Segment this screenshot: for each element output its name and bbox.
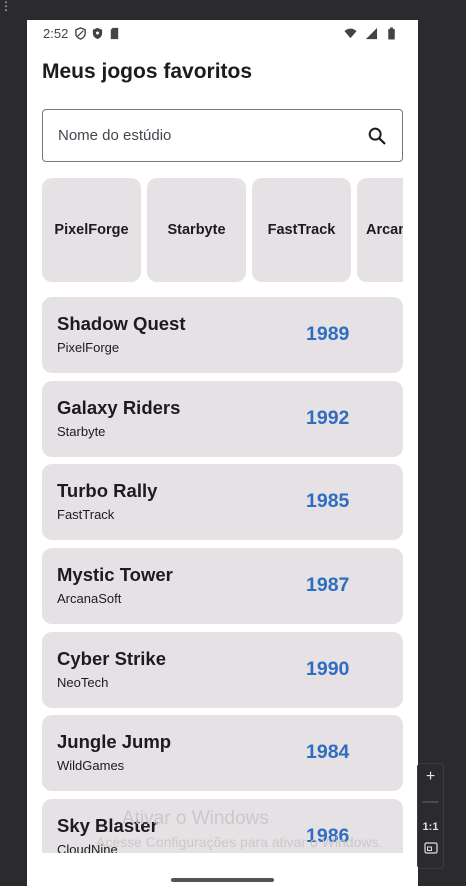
battery-icon (388, 26, 395, 40)
game-title: Mystic Tower (57, 564, 173, 586)
game-card[interactable]: Cyber Strike NeoTech 1990 (42, 631, 403, 708)
game-title: Galaxy Riders (57, 396, 181, 418)
game-card[interactable]: Turbo Rally FastTrack 1985 (42, 464, 403, 541)
game-studio: ArcanaSoft (57, 591, 122, 607)
game-title: Jungle Jump (57, 731, 172, 753)
game-year: 1984 (306, 741, 350, 764)
sd-card-icon (111, 27, 119, 39)
status-right (343, 26, 402, 40)
search-input[interactable] (58, 127, 366, 144)
host-menu-icon[interactable]: ⋮ (0, 0, 12, 14)
game-card[interactable]: Sky Blaster CloudNine 1986 (42, 799, 403, 853)
game-card[interactable]: Mystic Tower ArcanaSoft 1987 (42, 548, 403, 625)
game-title: Shadow Quest (57, 313, 186, 334)
shield-outline-icon (75, 26, 87, 40)
studio-chip-arcanasoft[interactable]: ArcanaSoft (357, 178, 403, 282)
game-studio: CloudNine (57, 842, 118, 853)
studio-filter-row[interactable]: PixelForge Starbyte FastTrack ArcanaSoft (42, 178, 403, 282)
zoom-ratio-button[interactable]: 1:1 (423, 814, 439, 840)
signal-icon (365, 27, 378, 39)
fit-screen-icon[interactable] (423, 842, 438, 854)
emulator-zoom-controls: + — 1:1 (417, 763, 444, 869)
game-card[interactable]: Shadow Quest PixelForge 1989 (42, 297, 403, 373)
zoom-out-button[interactable]: — (418, 789, 443, 814)
wifi-icon (344, 28, 357, 38)
game-title: Sky Blaster (57, 815, 158, 837)
studio-search-field[interactable] (42, 109, 403, 162)
game-studio: NeoTech (57, 674, 109, 690)
studio-chip-starbyte[interactable]: Starbyte (147, 178, 246, 282)
status-bar: 2:52 (27, 20, 418, 46)
studio-chip-fasttrack[interactable]: FastTrack (252, 178, 351, 282)
shield-filled-icon (93, 27, 103, 39)
zoom-in-button[interactable]: + (418, 764, 443, 789)
status-time: 2:52 (43, 25, 69, 41)
game-card[interactable]: Galaxy Riders Starbyte 1992 (42, 380, 403, 457)
game-year: 1987 (306, 574, 350, 597)
game-year: 1990 (306, 657, 350, 680)
game-year: 1989 (306, 323, 350, 345)
game-studio: WildGames (57, 758, 125, 774)
game-title: Cyber Strike (57, 647, 166, 669)
game-list[interactable]: Shadow Quest PixelForge 1989 Galaxy Ride… (42, 297, 403, 853)
home-indicator[interactable] (171, 878, 274, 882)
game-studio: PixelForge (57, 340, 120, 355)
game-year: 1985 (306, 490, 350, 513)
game-studio: FastTrack (57, 507, 115, 523)
game-year: 1992 (306, 406, 350, 429)
studio-chip-pixelforge[interactable]: PixelForge (42, 178, 141, 282)
game-card[interactable]: Jungle Jump WildGames 1984 (42, 715, 403, 792)
game-title: Turbo Rally (57, 480, 158, 502)
phone-screen: 2:52 Meus jogos favoritos Nome do estúdi… (27, 20, 418, 886)
game-studio: Starbyte (57, 423, 106, 439)
game-year: 1986 (306, 825, 350, 848)
page-title: Meus jogos favoritos (42, 60, 253, 83)
search-icon[interactable] (366, 125, 388, 147)
